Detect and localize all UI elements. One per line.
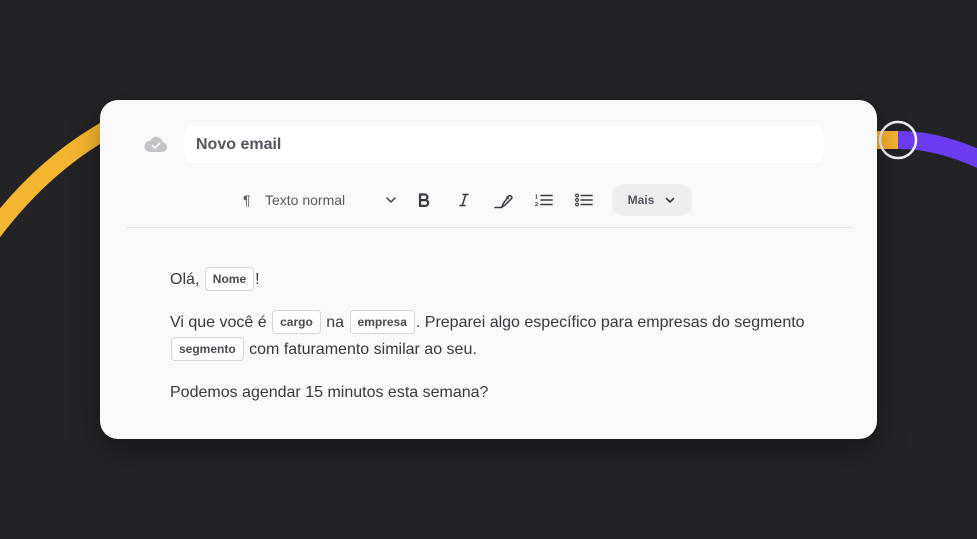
- intro-text-3: . Preparei algo específico para empresas…: [415, 314, 805, 331]
- greeting-prefix: Olá,: [170, 271, 200, 288]
- bold-button[interactable]: [408, 184, 440, 216]
- variable-tag-cargo[interactable]: cargo: [272, 309, 321, 334]
- yellow-curve: [0, 116, 124, 238]
- more-label: Mais: [627, 193, 655, 207]
- pilcrow-icon: ¶: [243, 192, 251, 208]
- formatting-toolbar: ¶ Texto normal 1 2 Mais: [240, 184, 692, 216]
- svg-text:2: 2: [535, 202, 538, 207]
- intro-text-1: Vi que você é: [170, 314, 267, 331]
- canvas: Novo email ¶ Texto normal 1 2 Mais Olá, …: [0, 0, 977, 539]
- greeting-suffix: !: [255, 271, 260, 288]
- email-body-editor[interactable]: Olá, Nome! Vi que você é cargo na empres…: [170, 266, 810, 422]
- chevron-down-icon: [386, 197, 396, 203]
- subject-input[interactable]: Novo email: [184, 126, 824, 163]
- variable-tag-nome[interactable]: Nome: [204, 266, 255, 291]
- text-style-label: Texto normal: [265, 192, 346, 208]
- variable-tag-empresa[interactable]: empresa: [349, 309, 415, 334]
- chevron-down-icon: [666, 197, 675, 203]
- variable-tag-segmento[interactable]: segmento: [171, 336, 244, 361]
- cloud-check-icon: [144, 136, 167, 152]
- email-composer-card: Novo email ¶ Texto normal 1 2 Mais Olá, …: [100, 100, 877, 439]
- highlight-button[interactable]: [488, 184, 520, 216]
- bullet-list-button[interactable]: [568, 184, 600, 216]
- ordered-list-button[interactable]: 1 2: [528, 184, 560, 216]
- text-style-dropdown[interactable]: ¶ Texto normal: [240, 184, 400, 216]
- cta-paragraph: Podemos agendar 15 minutos esta semana?: [170, 384, 489, 401]
- purple-curve: [891, 131, 977, 168]
- ordered-list-icon: 1 2: [535, 195, 553, 207]
- toolbar-divider: [126, 227, 852, 228]
- intro-text-2: na: [326, 314, 345, 331]
- italic-icon: [459, 193, 469, 207]
- intro-text-4: com faturamento similar ao seu.: [249, 341, 477, 358]
- svg-text:1: 1: [535, 195, 538, 201]
- bullet-list-icon: [575, 193, 593, 207]
- bold-icon: [418, 193, 430, 207]
- italic-button[interactable]: [448, 184, 480, 216]
- more-options-button[interactable]: Mais: [612, 184, 692, 216]
- intro-paragraph: Vi que você é cargo na empresa. Preparei…: [170, 309, 810, 363]
- highlighter-icon: [494, 194, 513, 209]
- greeting-paragraph: Olá, Nome!: [170, 266, 810, 293]
